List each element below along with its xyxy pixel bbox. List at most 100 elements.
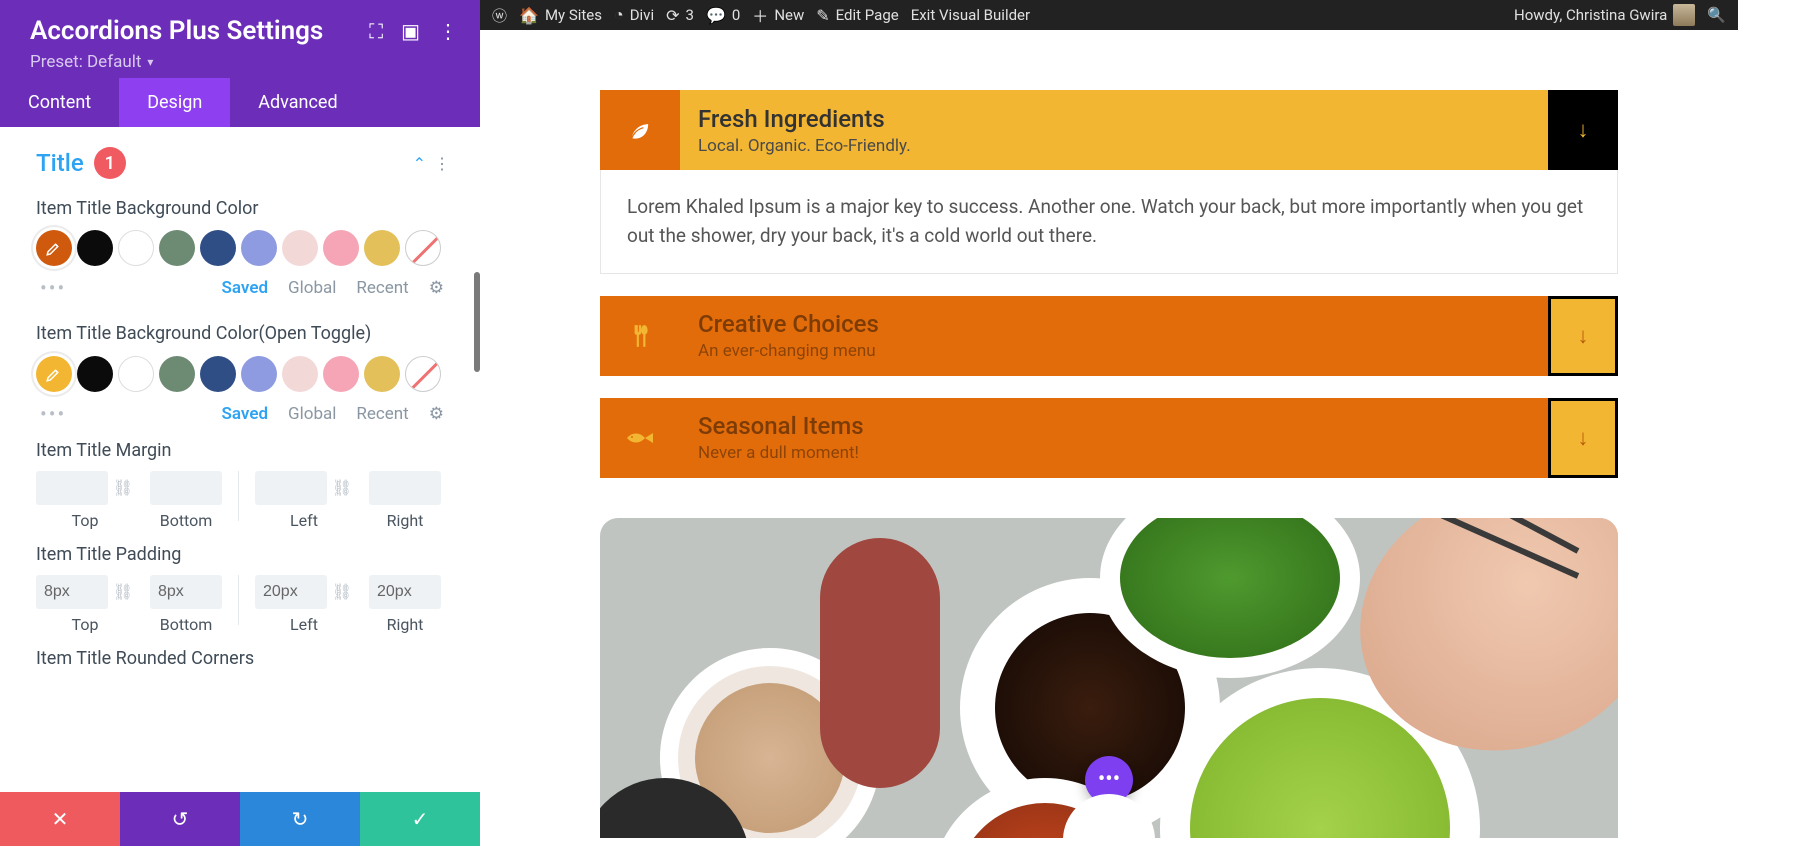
search-icon[interactable]: 🔍 <box>1707 6 1726 24</box>
link-icon[interactable]: ⛓ <box>112 581 134 603</box>
kebab-menu-icon[interactable]: ⋮ <box>438 19 458 43</box>
cap-top-2: Top <box>72 615 99 634</box>
palette-tab-saved-2[interactable]: Saved <box>222 404 269 424</box>
swatch-row-bg <box>36 230 444 266</box>
chevron-up-icon[interactable]: ⌃ <box>413 154 426 173</box>
palette-tab-global-2[interactable]: Global <box>288 404 336 424</box>
swatch-sage[interactable] <box>159 230 195 266</box>
swatch-blush-2[interactable] <box>282 356 318 392</box>
save-button[interactable]: ✓ <box>360 792 480 846</box>
swatch-blush[interactable] <box>282 230 318 266</box>
fab-base <box>1063 794 1155 838</box>
accordion-title: Fresh Ingredients <box>698 105 1530 133</box>
swatch-white[interactable] <box>118 230 154 266</box>
comments-link[interactable]: 💬0 <box>706 6 740 25</box>
cap-top: Top <box>72 511 99 530</box>
swatch-gold-2[interactable] <box>364 356 400 392</box>
accordion-title: Seasonal Items <box>698 412 1530 440</box>
sidebar-header: Accordions Plus Settings ⛶ ▣ ⋮ Preset: D… <box>0 0 480 78</box>
edit-page-link[interactable]: ✎Edit Page <box>816 6 898 25</box>
new-link[interactable]: ＋New <box>752 3 804 27</box>
padding-label: Item Title Padding <box>36 544 444 565</box>
link-icon[interactable]: ⛓ <box>331 477 353 499</box>
divi-link[interactable]: ◔Divi <box>614 5 654 25</box>
opt-label-bg-open: Item Title Background Color(Open Toggle) <box>36 322 444 345</box>
accordion-toggle[interactable]: ↓ <box>1548 90 1618 170</box>
accordion-item: Fresh Ingredients Local. Organic. Eco-Fr… <box>600 90 1618 274</box>
palette-tab-global[interactable]: Global <box>288 278 336 298</box>
updates-link[interactable]: ⟳3 <box>666 6 694 25</box>
sidebar-body: Title 1 ⌃ ⋮ Item Title Background Color <box>0 127 480 792</box>
swatch-none[interactable] <box>405 230 441 266</box>
swatch-active-orange[interactable] <box>36 230 72 266</box>
opt-label-bg: Item Title Background Color <box>36 197 444 220</box>
cap-left-2: Left <box>290 615 318 634</box>
swatch-black[interactable] <box>77 230 113 266</box>
tab-design[interactable]: Design <box>119 78 230 127</box>
margin-label: Item Title Margin <box>36 440 444 461</box>
rounded-label: Item Title Rounded Corners <box>36 648 444 669</box>
swatch-navy[interactable] <box>200 230 236 266</box>
leaf-icon <box>600 90 680 170</box>
swatch-white-2[interactable] <box>118 356 154 392</box>
tab-content[interactable]: Content <box>0 78 119 127</box>
cap-bottom: Bottom <box>160 511 213 530</box>
right-gutter <box>1738 0 1800 846</box>
swatch-pink[interactable] <box>323 230 359 266</box>
dock-icon[interactable]: ▣ <box>401 19 420 43</box>
accordion-item: Seasonal Items Never a dull moment! ↓ <box>600 398 1618 478</box>
accordion-toggle[interactable]: ↓ <box>1548 296 1618 376</box>
swatch-active-yellow[interactable] <box>36 356 72 392</box>
accordion-subtitle: Never a dull moment! <box>698 443 1530 463</box>
swatch-sage-2[interactable] <box>159 356 195 392</box>
padding-top-input[interactable] <box>36 575 108 609</box>
margin-right-input[interactable] <box>369 471 441 505</box>
hero-image: ••• <box>600 518 1618 838</box>
tab-advanced[interactable]: Advanced <box>230 78 365 127</box>
my-sites-link[interactable]: 🏠My Sites <box>519 6 602 25</box>
swatch-gold[interactable] <box>364 230 400 266</box>
accordion-item: Creative Choices An ever-changing menu ↓ <box>600 296 1618 376</box>
undo-button[interactable]: ↺ <box>120 792 240 846</box>
cap-right-2: Right <box>387 615 424 634</box>
accordion-subtitle: An ever-changing menu <box>698 341 1530 361</box>
expand-icon[interactable]: ⛶ <box>369 19 383 43</box>
padding-right-input[interactable] <box>369 575 441 609</box>
section-title: Title <box>36 149 84 177</box>
settings-tabs: Content Design Advanced <box>0 78 480 127</box>
palette-tab-recent[interactable]: Recent <box>356 278 408 298</box>
swatch-black-2[interactable] <box>77 356 113 392</box>
accordion-subtitle: Local. Organic. Eco-Friendly. <box>698 136 1530 156</box>
more-dots-icon-2[interactable]: ••• <box>40 402 66 426</box>
padding-left-input[interactable] <box>255 575 327 609</box>
settings-sidebar: Accordions Plus Settings ⛶ ▣ ⋮ Preset: D… <box>0 0 480 846</box>
swatch-navy-2[interactable] <box>200 356 236 392</box>
section-kebab-icon[interactable]: ⋮ <box>434 154 450 173</box>
swatch-pink-2[interactable] <box>323 356 359 392</box>
sidebar-footer: ✕ ↺ ↻ ✓ <box>0 792 480 846</box>
section-header[interactable]: Title 1 ⌃ ⋮ <box>0 127 480 189</box>
wp-admin-bar: ⓦ 🏠My Sites ◔Divi ⟳3 💬0 ＋New ✎Edit Page … <box>480 0 1738 30</box>
padding-bottom-input[interactable] <box>150 575 222 609</box>
howdy-user[interactable]: Howdy, Christina Gwira <box>1514 4 1695 26</box>
palette-tab-saved[interactable]: Saved <box>222 278 269 298</box>
accordion-toggle[interactable]: ↓ <box>1548 398 1618 478</box>
fish-icon <box>600 398 680 478</box>
margin-bottom-input[interactable] <box>150 471 222 505</box>
preset-dropdown[interactable]: Preset: Default <box>30 52 458 72</box>
swatch-none-2[interactable] <box>405 356 441 392</box>
redo-button[interactable]: ↻ <box>240 792 360 846</box>
swatch-peri[interactable] <box>241 230 277 266</box>
gear-icon-2[interactable]: ⚙ <box>429 404 444 424</box>
gear-icon[interactable]: ⚙ <box>429 278 444 298</box>
palette-tab-recent-2[interactable]: Recent <box>356 404 408 424</box>
link-icon[interactable]: ⛓ <box>331 581 353 603</box>
more-dots-icon[interactable]: ••• <box>40 276 66 300</box>
margin-top-input[interactable] <box>36 471 108 505</box>
cancel-button[interactable]: ✕ <box>0 792 120 846</box>
link-icon[interactable]: ⛓ <box>112 477 134 499</box>
exit-visual-builder[interactable]: Exit Visual Builder <box>911 6 1030 24</box>
margin-left-input[interactable] <box>255 471 327 505</box>
wp-logo-icon[interactable]: ⓦ <box>492 5 507 26</box>
swatch-peri-2[interactable] <box>241 356 277 392</box>
